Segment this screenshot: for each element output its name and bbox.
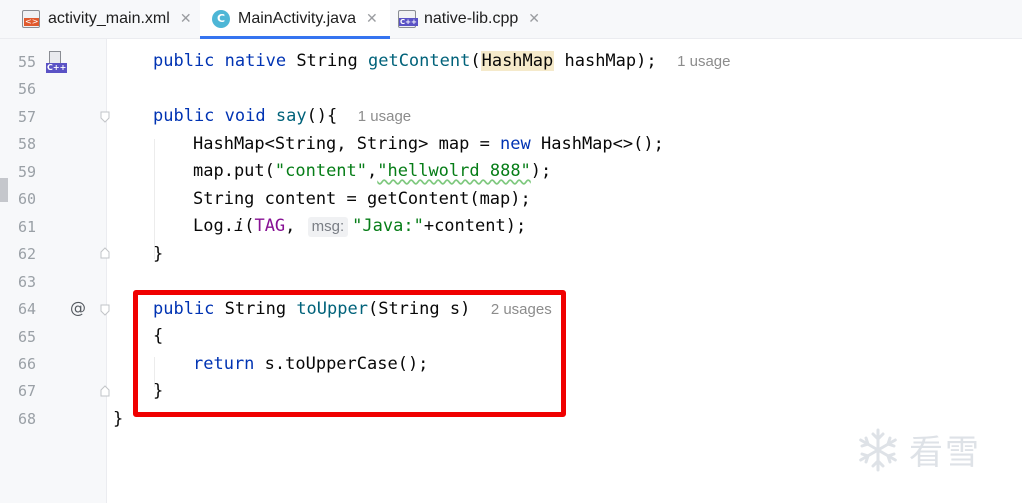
line-number: 60 [17,190,36,208]
close-icon[interactable]: ✕ [528,11,540,27]
code-line-60: String content = getContent(map); [193,187,531,211]
code-text: HashMap<String, String> map = [193,134,501,154]
line-number: 62 [17,245,36,263]
keyword: public void [153,106,266,126]
line-number: 58 [17,135,36,153]
code-text: , [285,216,306,236]
tab-main-activity-java[interactable]: C MainActivity.java ✕ [200,0,390,39]
string-literal: "content" [274,161,368,181]
line-number: 63 [17,273,36,291]
tab-activity-main-xml[interactable]: activity_main.xml ✕ [22,0,192,38]
watermark: 看雪 [855,425,981,474]
line-number: 61 [17,218,36,236]
code-text: hashMap); [554,51,657,71]
code-text: +content); [423,216,527,236]
method-name: getContent [367,51,471,71]
constant: TAG [254,216,286,236]
line-number: 57 [17,108,36,126]
code-text: String content = getContent(map); [193,189,531,209]
watermark-text: 看雪 [909,433,981,473]
code-line-58: HashMap<String, String> map = new HashMa… [193,132,664,156]
method-name: say [275,106,307,126]
code-line-68: } [113,407,123,431]
line-number: 56 [17,80,36,98]
native-cpp-icon[interactable]: C++ [46,51,68,73]
indent-guide [154,139,155,259]
highlighted-type: HashMap [480,51,555,71]
keyword: new [500,134,531,154]
usage-hint[interactable]: 1 usage [677,53,730,70]
editor-tab-bar: activity_main.xml ✕ C MainActivity.java … [0,0,1022,39]
code-line-59: map.put("content","hellwolrd 888"); [193,159,551,183]
string-literal: "hellwolrd 888" [377,161,531,181]
highlight-annotation-box [133,290,566,417]
usage-hint[interactable]: 1 usage [358,108,411,125]
line-number: 65 [17,328,36,346]
editor-gutter: 55 56 57 58 59 60 61 62 63 64 65 66 67 6… [0,39,110,503]
override-marker-icon[interactable]: @ [70,298,86,317]
type: String [296,51,358,71]
string-literal: "Java:" [352,216,424,236]
line-number: 64 [17,300,36,318]
line-number: 59 [17,163,36,181]
keyword: public native [153,51,287,71]
close-icon[interactable]: ✕ [366,11,378,27]
java-class-icon: C [212,10,230,28]
native-icon-label: C++ [46,63,68,73]
close-icon[interactable]: ✕ [180,11,192,27]
tab-label: activity_main.xml [48,10,170,27]
tab-label: MainActivity.java [238,10,356,27]
snowflake-icon [859,428,897,471]
code-text: ); [530,161,552,181]
code-text: map.put( [193,161,275,181]
code-text: (){ [306,106,338,126]
method-name: i [233,216,245,236]
code-line-61: Log.i(TAG, msg: "Java:"+content); [193,214,526,238]
line-number: 68 [17,410,36,428]
code-line-57: public void say(){ 1 usage [153,104,411,128]
code-text: Log. [193,216,234,236]
line-number: 66 [17,355,36,373]
parameter-hint: msg: [307,217,349,237]
cpp-file-icon [398,10,418,28]
paren: ( [470,51,481,71]
line-number: 55 [17,53,36,71]
code-text: HashMap<>(); [530,134,664,154]
tab-native-lib-cpp[interactable]: native-lib.cpp ✕ [398,0,540,38]
code-text: } [113,409,124,429]
tab-label: native-lib.cpp [424,10,519,27]
line-number: 67 [17,382,36,400]
code-line-55: public native String getContent(HashMap … [153,49,730,73]
xml-file-icon [22,10,40,28]
code-text: , [367,161,378,181]
code-text: } [153,244,164,264]
code-line-62: } [153,242,163,266]
paren: ( [244,216,255,236]
